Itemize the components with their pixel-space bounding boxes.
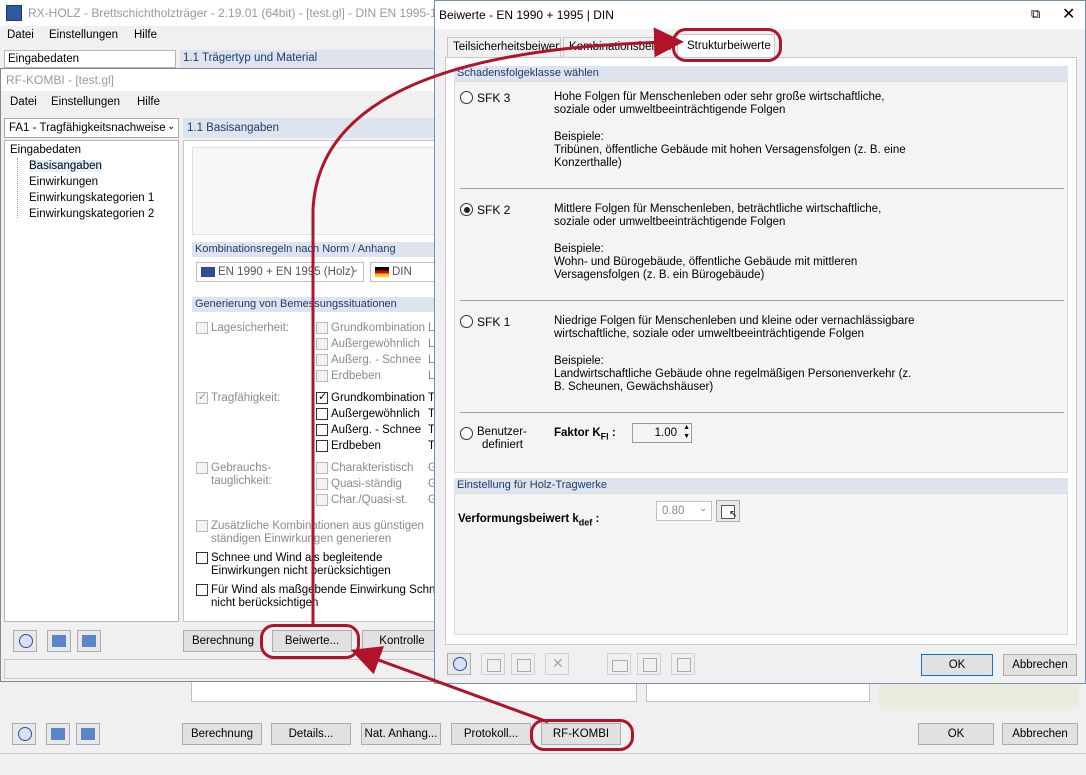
arrow-rfkombi-to-beiwerte [350, 646, 549, 724]
annotation-arrows [311, 27, 684, 724]
arrow-beiwerte-to-strukturbeiwerte [311, 27, 684, 624]
